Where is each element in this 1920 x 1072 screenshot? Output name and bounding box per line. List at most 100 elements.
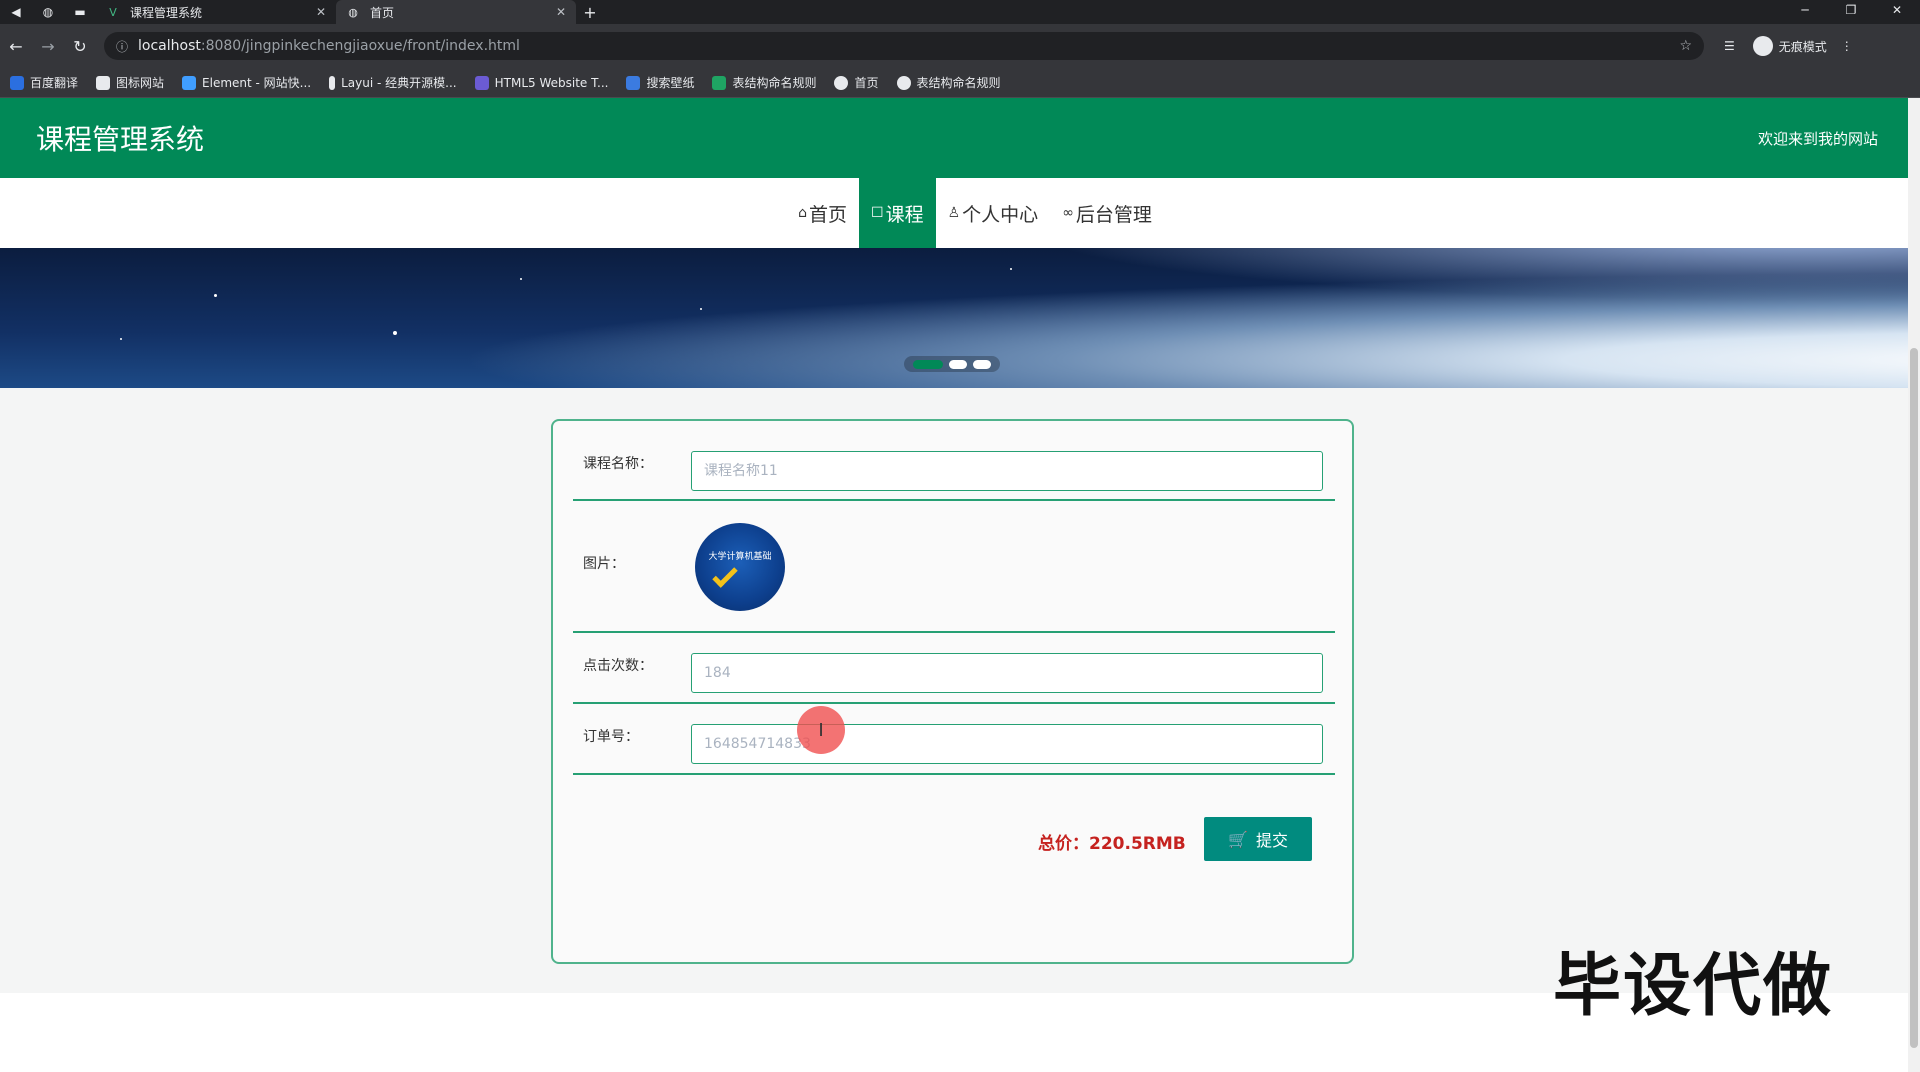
reading-list-icon[interactable]: ☰ [1724, 39, 1735, 53]
globe-icon [896, 75, 911, 90]
text-cursor-icon: I [818, 719, 824, 741]
bookmark-item[interactable]: Layui - 经典开源模... [329, 74, 457, 91]
tab-course-system[interactable]: V 课程管理系统 ✕ [96, 0, 336, 24]
nav-item-home[interactable]: ⌂ 首页 [786, 178, 859, 248]
baidu-translate-icon [10, 75, 24, 90]
submit-label: 提交 [1255, 831, 1288, 850]
wallpaper-icon [626, 75, 641, 90]
bookmarks-bar: 百度翻译 图标网站 Element - 网站快... Layui - 经典开源模… [0, 68, 1920, 98]
star-decoration [120, 338, 122, 340]
carousel-dot[interactable] [973, 359, 991, 369]
link-icon: ∞ [1062, 205, 1074, 221]
tab-title: 首页 [370, 5, 395, 20]
close-icon[interactable]: ✕ [316, 5, 326, 19]
nav-label: 后台管理 [1075, 203, 1152, 226]
bookmark-label: 表结构命名规则 [732, 76, 817, 90]
nav-label: 首页 [809, 203, 848, 226]
submit-button[interactable]: 🛒 提交 [1204, 817, 1312, 861]
clicks-label: 点击次数： [583, 658, 653, 674]
url-input[interactable]: ⓘ localhost:8080/jingpinkechengjiaoxue/f… [104, 32, 1704, 60]
form-row-course-name: 课程名称： [573, 421, 1335, 501]
bookmark-star-icon[interactable]: ☆ [1679, 38, 1692, 54]
incognito-label[interactable]: 无痕模式 [1779, 38, 1827, 55]
star-decoration [214, 294, 217, 297]
bookmark-label: 表结构命名规则 [916, 76, 1001, 90]
scrollbar-thumb[interactable] [1910, 348, 1918, 1048]
info-icon[interactable]: ⓘ [116, 38, 128, 55]
bookmark-item[interactable]: 百度翻译 [10, 74, 78, 91]
element-logo-icon [182, 75, 197, 90]
nav-label: 个人中心 [962, 203, 1039, 226]
order-number-label: 订单号： [583, 729, 639, 745]
site-header: 课程管理系统 欢迎来到我的网站 [0, 98, 1908, 178]
speaker-icon[interactable]: ◀ [0, 0, 32, 24]
globe-icon[interactable]: ◍ [32, 0, 64, 24]
bookmark-label: 图标网站 [116, 76, 165, 90]
back-icon[interactable]: ← [0, 37, 32, 56]
main-content: 课程名称： 图片： 大学计算机基础 点击次数： 订单号： 总价：220.5RMB [0, 388, 1908, 993]
welcome-text: 欢迎来到我的网站 [1757, 129, 1878, 148]
form-row-order-number: 订单号： [573, 704, 1335, 775]
form-row-clicks: 点击次数： [573, 633, 1335, 704]
user-icon: ♙ [947, 205, 961, 221]
menu-dots-icon[interactable]: ⋮ [1841, 39, 1853, 53]
bookmark-item[interactable]: 搜索壁纸 [626, 74, 694, 91]
layui-logo-icon [329, 75, 336, 90]
watermark-text: 毕设代做 [1553, 947, 1834, 1026]
minimize-icon[interactable]: ─ [1782, 0, 1828, 24]
bookmark-item[interactable]: HTML5 Website T... [474, 75, 608, 90]
window-controls: ─ ❐ ✕ [1782, 0, 1920, 24]
nav-item-course[interactable]: ☐ 课程 [859, 178, 936, 248]
tab-search-icon[interactable]: ▬ [64, 0, 96, 24]
order-number-input[interactable] [691, 724, 1323, 764]
new-tab-icon[interactable]: + [576, 3, 604, 22]
bookmark-item[interactable]: 表结构命名规则 [712, 74, 816, 91]
page-scrollbar[interactable] [1908, 98, 1920, 1072]
check-icon [712, 562, 738, 588]
toolbar-right: ☰ 无痕模式 ⋮ [1724, 36, 1853, 56]
reload-icon[interactable]: ↻ [64, 37, 96, 56]
cart-icon: 🛒 [1228, 829, 1248, 849]
carousel-dot[interactable] [949, 359, 967, 369]
url-path: :8080/jingpinkechengjiaoxue/front/index.… [200, 38, 520, 54]
star-decoration [1010, 268, 1012, 270]
forward-icon[interactable]: → [32, 37, 64, 56]
carousel-indicators [904, 356, 1000, 372]
bookmark-label: 百度翻译 [30, 76, 79, 90]
image-label: 图片： [583, 556, 625, 572]
course-image: 大学计算机基础 [695, 523, 785, 611]
nav-item-admin[interactable]: ∞ 后台管理 [1050, 178, 1164, 248]
bookmark-item[interactable]: Element - 网站快... [182, 74, 311, 91]
browser-tab-bar: ◀ ◍ ▬ V 课程管理系统 ✕ ◍ 首页 ✕ + ─ ❐ ✕ [0, 0, 1920, 24]
edit-icon: ☐ [871, 205, 884, 221]
bookmark-label: Layui - 经典开源模... [341, 76, 457, 90]
restore-icon[interactable]: ❐ [1828, 0, 1874, 24]
nav-label: 课程 [885, 203, 924, 226]
globe-icon [834, 75, 849, 90]
close-window-icon[interactable]: ✕ [1874, 0, 1920, 24]
bookmark-label: 首页 [854, 76, 879, 90]
home-icon: ⌂ [798, 205, 808, 221]
star-decoration [700, 308, 702, 310]
bookmark-item[interactable]: 表结构命名规则 [896, 74, 1001, 91]
form-row-image: 图片： 大学计算机基础 [573, 501, 1335, 633]
tab-title: 课程管理系统 [130, 5, 203, 20]
sheet-icon [712, 75, 727, 90]
course-name-label: 课程名称： [583, 456, 653, 472]
nav-item-profile[interactable]: ♙ 个人中心 [936, 178, 1051, 248]
course-order-form: 课程名称： 图片： 大学计算机基础 点击次数： 订单号： 总价：220.5RMB [551, 419, 1354, 964]
course-name-input[interactable] [691, 451, 1323, 491]
course-image-caption: 大学计算机基础 [708, 552, 772, 562]
bookmark-item[interactable]: 图标网站 [96, 74, 164, 91]
clicks-input[interactable] [691, 653, 1323, 693]
tab-home[interactable]: ◍ 首页 ✕ [336, 0, 576, 24]
star-decoration [393, 331, 397, 335]
bookmark-item[interactable]: 首页 [834, 74, 879, 91]
main-nav: ⌂ 首页 ☐ 课程 ♙ 个人中心 ∞ 后台管理 [0, 178, 1908, 248]
carousel-dot[interactable] [913, 359, 943, 369]
incognito-avatar-icon[interactable] [1752, 36, 1773, 56]
close-icon[interactable]: ✕ [556, 5, 566, 19]
site-title: 课程管理系统 [36, 123, 205, 156]
total-price: 总价：220.5RMB [1038, 834, 1186, 854]
web-page: 课程管理系统 欢迎来到我的网站 ⌂ 首页 ☐ 课程 ♙ 个人中心 ∞ 后台管理 课程名称… [0, 98, 1908, 1072]
